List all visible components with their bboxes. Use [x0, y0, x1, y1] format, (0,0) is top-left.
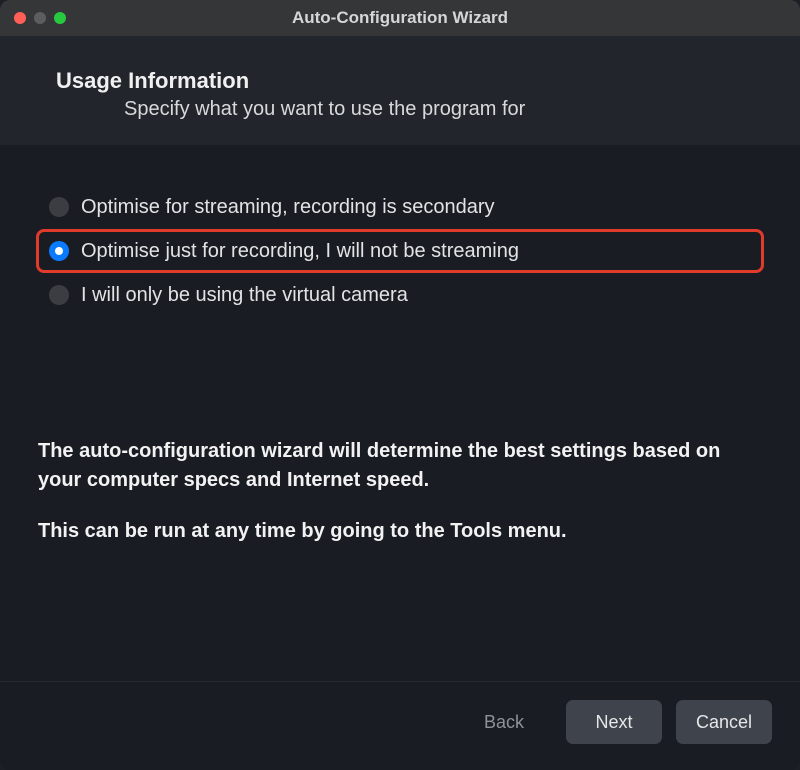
option-virtual-camera[interactable]: I will only be using the virtual camera	[36, 273, 764, 317]
page-title: Usage Information	[56, 68, 744, 94]
option-label: Optimise for streaming, recording is sec…	[81, 192, 495, 222]
page-subtitle: Specify what you want to use the program…	[56, 98, 744, 121]
cancel-button[interactable]: Cancel	[676, 700, 772, 744]
option-streaming[interactable]: Optimise for streaming, recording is sec…	[36, 185, 764, 229]
radio-icon	[49, 197, 69, 217]
usage-options: Optimise for streaming, recording is sec…	[36, 185, 764, 317]
info-text: The auto-configuration wizard will deter…	[36, 437, 764, 568]
window-controls	[14, 12, 66, 24]
info-line: The auto-configuration wizard will deter…	[38, 437, 762, 495]
radio-icon	[49, 241, 69, 261]
close-window-icon[interactable]	[14, 12, 26, 24]
radio-icon	[49, 285, 69, 305]
wizard-body: Optimise for streaming, recording is sec…	[0, 145, 800, 681]
titlebar: Auto-Configuration Wizard	[0, 0, 800, 36]
zoom-window-icon[interactable]	[54, 12, 66, 24]
wizard-window: Auto-Configuration Wizard Usage Informat…	[0, 0, 800, 770]
option-label: I will only be using the virtual camera	[81, 280, 408, 310]
info-line: This can be run at any time by going to …	[38, 517, 762, 546]
window-title: Auto-Configuration Wizard	[0, 8, 800, 28]
wizard-header: Usage Information Specify what you want …	[0, 36, 800, 145]
option-label: Optimise just for recording, I will not …	[81, 236, 519, 266]
back-button[interactable]: Back	[456, 700, 552, 744]
wizard-footer: Back Next Cancel	[0, 681, 800, 770]
minimize-window-icon[interactable]	[34, 12, 46, 24]
next-button[interactable]: Next	[566, 700, 662, 744]
option-recording[interactable]: Optimise just for recording, I will not …	[36, 229, 764, 273]
